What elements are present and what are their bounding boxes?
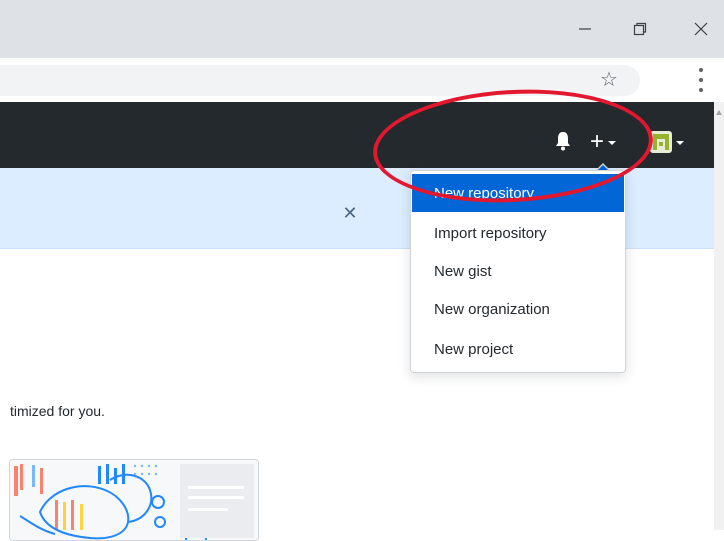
- bell-icon[interactable]: [554, 130, 572, 152]
- menu-item-import-repository[interactable]: Import repository: [412, 214, 624, 252]
- close-icon[interactable]: ✕: [340, 203, 360, 223]
- plus-icon: +: [590, 128, 605, 155]
- menu-item-new-gist[interactable]: New gist: [412, 252, 624, 290]
- minimize-icon[interactable]: [567, 14, 603, 44]
- scrollbar[interactable]: [714, 102, 724, 530]
- kebab-menu-icon[interactable]: [694, 68, 708, 92]
- address-bar[interactable]: [0, 65, 640, 96]
- octocat-illustration: [10, 460, 258, 540]
- menu-item-new-organization[interactable]: New organization: [412, 290, 624, 328]
- close-icon[interactable]: [683, 14, 719, 44]
- chevron-down-icon: [676, 141, 684, 145]
- create-new-button[interactable]: +: [590, 128, 628, 156]
- chevron-down-icon: [608, 141, 617, 145]
- avatar-icon: [650, 131, 672, 153]
- intro-text: timized for you.: [10, 403, 105, 419]
- browser-toolbar: ☆: [0, 58, 724, 103]
- illustration-card: [9, 459, 259, 541]
- star-icon[interactable]: ☆: [596, 66, 622, 92]
- menu-item-new-repository[interactable]: New repository: [412, 174, 624, 212]
- menu-item-new-project[interactable]: New project: [412, 330, 624, 368]
- browser-titlebar: [0, 0, 724, 58]
- scroll-up-arrow-icon[interactable]: [716, 110, 722, 115]
- create-new-dropdown: New repository Import repository New gis…: [410, 170, 626, 373]
- user-menu-button[interactable]: [650, 130, 696, 154]
- restore-icon[interactable]: [622, 14, 658, 44]
